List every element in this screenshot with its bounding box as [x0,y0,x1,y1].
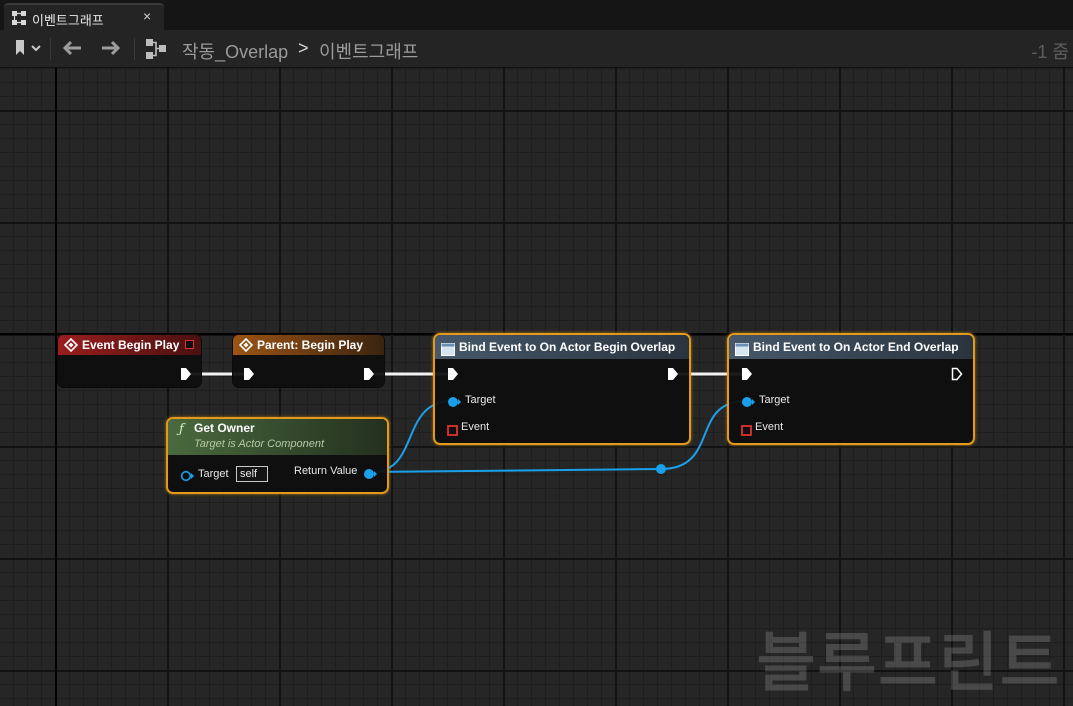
forward-arrow-icon[interactable] [100,38,122,63]
exec-input-pin[interactable] [741,367,753,386]
graph-icon [11,10,27,31]
exec-output-pin[interactable] [363,367,375,386]
exec-output-pin[interactable] [667,367,679,386]
tab-strip: 이벤트그래프 × [0,0,1073,30]
exec-output-pin[interactable] [180,367,192,386]
function-icon: ƒ [179,422,184,437]
tab-label: 이벤트그래프 [32,13,104,28]
node-bind-begin-overlap[interactable]: Bind Event to On Actor Begin Overlap Tar… [433,333,691,445]
pin-label-target: Target [198,468,229,480]
back-arrow-icon[interactable] [61,38,83,63]
delegate-output-pin[interactable] [185,340,194,349]
target-self-field[interactable]: self [236,466,268,482]
breadcrumb-current[interactable]: 이벤트그래프 [319,38,418,64]
graph-toolbar: 작동_Overlap > 이벤트그래프 -1 줌 [0,30,1073,68]
node-bind-end-overlap[interactable]: Bind Event to On Actor End Overlap Targe… [727,333,975,445]
function-window-icon [735,340,749,364]
node-subtitle: Target is Actor Component [194,438,325,450]
pin-label-target: Target [759,394,790,406]
close-icon[interactable]: × [143,8,151,24]
node-title: Get Owner [194,421,255,435]
node-event-begin-play[interactable]: Event Begin Play [57,334,202,388]
pin-label-event: Event [755,421,784,433]
toolbar-separator [50,38,51,60]
pin-label-target: Target [465,394,496,406]
pin-label-return-value: Return Value [294,465,358,477]
zoom-level: -1 줌 [1031,42,1069,62]
object-input-pin[interactable] [741,395,755,413]
graph-canvas[interactable]: Event Begin Play Parent: Begin Play Bind… [0,68,1073,706]
delegate-input-pin[interactable] [741,423,752,441]
node-title: Event Begin Play [82,338,180,352]
graph-type-watermark: 블루프린트 [756,627,1061,701]
node-title: Parent: Begin Play [257,338,364,352]
wire-reroute-knot [656,464,666,474]
function-window-icon [441,340,455,364]
bookmark-dropdown-button[interactable] [12,38,42,63]
exec-input-pin[interactable] [243,367,255,386]
node-title: Bind Event to On Actor End Overlap [753,340,959,354]
tab-event-graph[interactable]: 이벤트그래프 × [4,3,164,30]
delegate-input-pin[interactable] [447,423,458,441]
object-output-pin[interactable] [363,467,377,485]
graph-icon [145,38,167,65]
event-diamond-icon [63,337,79,358]
exec-input-pin[interactable] [447,367,459,386]
object-input-pin[interactable] [180,469,194,487]
node-title: Bind Event to On Actor Begin Overlap [459,340,676,354]
breadcrumb-blueprint[interactable]: 작동_Overlap [182,38,288,64]
exec-output-pin-unconnected[interactable] [951,367,963,386]
node-get-owner[interactable]: ƒ Get Owner Target is Actor Component Ta… [166,417,389,494]
object-input-pin[interactable] [447,395,461,413]
node-parent-begin-play[interactable]: Parent: Begin Play [232,334,385,388]
pin-label-event: Event [461,421,490,433]
breadcrumb-separator-icon: > [298,38,309,58]
toolbar-separator [134,38,135,60]
event-diamond-icon [238,337,254,358]
